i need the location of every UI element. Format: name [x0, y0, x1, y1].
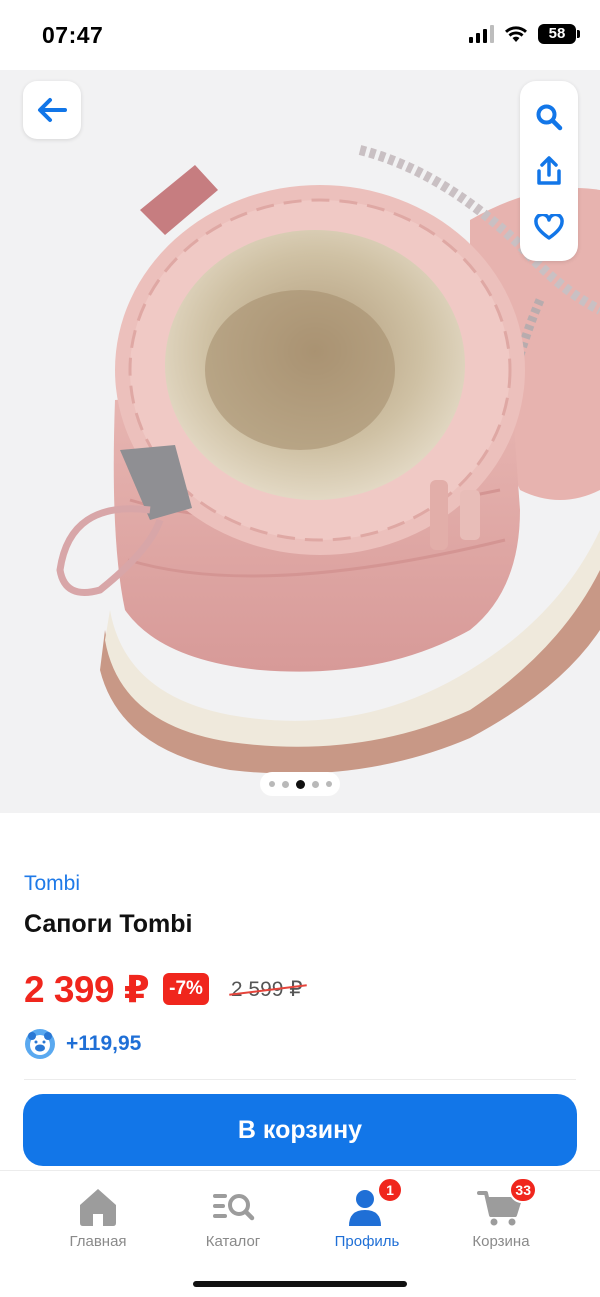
tab-profile[interactable]: 1 Профиль — [307, 1177, 427, 1250]
back-button[interactable] — [23, 81, 81, 139]
status-indicators: 58 — [469, 24, 580, 44]
home-indicator[interactable] — [193, 1281, 407, 1287]
tab-home[interactable]: Главная — [38, 1185, 158, 1250]
status-bar: 07:47 58 — [0, 0, 600, 70]
tab-catalog[interactable]: Каталог — [173, 1185, 293, 1250]
bonus-row[interactable]: +119,95 — [24, 1028, 141, 1060]
share-button[interactable] — [520, 143, 578, 199]
tab-cart[interactable]: 33 Корзина — [441, 1177, 561, 1250]
catalog-search-icon — [213, 1194, 255, 1221]
home-icon — [80, 1189, 116, 1226]
bonus-bear-icon — [25, 1029, 55, 1059]
tab-catalog-label: Каталог — [205, 1233, 261, 1250]
current-price: 2 399 ₽ — [24, 968, 150, 1010]
tab-cart-label: Корзина — [472, 1233, 530, 1250]
profile-badge: 1 — [377, 1177, 403, 1203]
tab-home-label: Главная — [69, 1233, 127, 1250]
tab-profile-label: Профиль — [334, 1233, 400, 1250]
status-time: 07:47 — [42, 22, 104, 48]
page-dot — [311, 780, 319, 788]
product-image — [56, 145, 600, 774]
battery-icon: 58 — [538, 24, 580, 44]
heart-icon — [534, 214, 564, 240]
share-icon — [537, 156, 561, 185]
page-dot — [268, 781, 275, 787]
page-dot — [281, 780, 289, 788]
product-title: Сапоги Tombi — [24, 910, 193, 938]
bottom-tab-bar: Главная Каталог 1 Профиль 33 Корзина — [0, 1170, 600, 1297]
favorite-button[interactable] — [520, 199, 578, 255]
brand-link[interactable]: Tombi — [24, 872, 80, 896]
wifi-icon — [505, 26, 527, 42]
gallery-pagination[interactable] — [260, 772, 340, 796]
old-price: 2 599 ₽ — [230, 977, 303, 1001]
cart-badge: 33 — [509, 1177, 537, 1203]
discount-badge: -7% — [163, 973, 209, 1005]
product-gallery[interactable] — [0, 70, 600, 813]
arrow-left-icon — [38, 98, 67, 122]
page-dot-active — [295, 779, 305, 789]
search-button[interactable] — [520, 89, 578, 145]
bonus-points: +119,95 — [66, 1032, 142, 1055]
signal-icon — [469, 25, 494, 43]
divider — [24, 1079, 576, 1080]
add-to-cart-button[interactable]: В корзину — [23, 1094, 577, 1166]
price-row: 2 399 ₽ -7% 2 599 ₽ — [24, 964, 303, 1014]
product-actions — [520, 81, 578, 261]
page-dot — [325, 781, 332, 787]
search-icon — [536, 104, 563, 131]
